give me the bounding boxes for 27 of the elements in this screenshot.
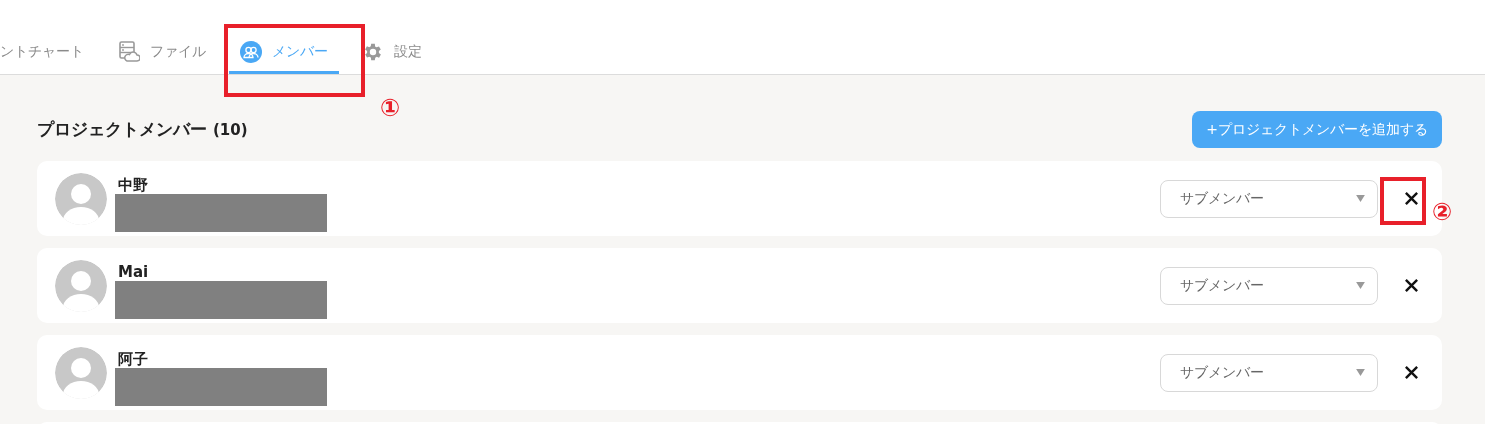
tab[interactable]: 設定 <box>351 30 433 74</box>
close-icon <box>1403 191 1419 206</box>
tab[interactable]: ファイル <box>107 30 217 74</box>
caret-icon <box>1356 369 1365 376</box>
people-icon <box>240 41 262 63</box>
avatar-icon <box>55 259 107 312</box>
member-name: 阿子 <box>118 349 149 368</box>
caret-icon <box>1356 282 1365 289</box>
callout-frame <box>1380 177 1426 225</box>
tab[interactable]: メンバー <box>229 30 339 74</box>
section-title: プロジェクトメンバー (10) <box>37 118 248 141</box>
tab[interactable]: ントチャート <box>0 30 95 74</box>
file-cloud-icon <box>118 41 140 63</box>
callout-number: ① <box>380 96 401 120</box>
role-dropdown[interactable]: サブメンバー <box>1160 266 1378 305</box>
avatar-icon <box>55 346 107 399</box>
close-icon <box>1403 365 1419 380</box>
caret-icon <box>1356 195 1365 202</box>
callout-number: ② <box>1432 200 1453 224</box>
settings-icon <box>362 41 384 63</box>
avatar-icon <box>55 172 107 225</box>
role-dropdown[interactable]: サブメンバー <box>1160 179 1378 218</box>
member-name: 中野 <box>118 175 149 194</box>
member-name: Mai <box>118 262 150 281</box>
role-dropdown[interactable]: サブメンバー <box>1160 353 1378 392</box>
close-icon <box>1403 278 1419 293</box>
add-member-button[interactable]: +プロジェクトメンバーを追加する <box>1192 111 1442 148</box>
